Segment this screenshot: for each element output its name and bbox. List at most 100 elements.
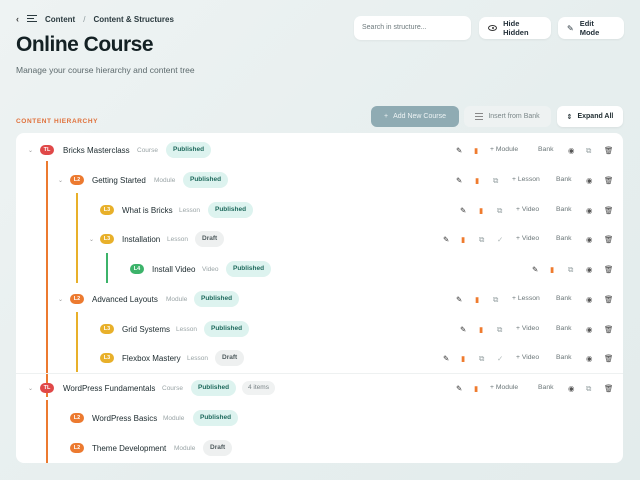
add-module-button[interactable]: + Module (490, 384, 518, 391)
chevron-down-icon[interactable]: ⌄ (89, 236, 94, 243)
check-icon[interactable]: ✓ (497, 354, 503, 363)
tree-row[interactable]: L3 Flexbox Mastery Lesson Draft ✎ ▮ ⧉ ✓ … (16, 343, 623, 373)
trash-icon[interactable]: 🗑 (604, 235, 614, 244)
flame-icon[interactable]: ▮ (475, 176, 479, 185)
edit-mode-button[interactable]: ✎ Edit Mode (558, 17, 624, 39)
pencil-icon[interactable]: ✎ (456, 295, 462, 304)
eye-icon[interactable]: ◉ (586, 206, 593, 215)
bank-button[interactable]: Bank (556, 206, 572, 213)
search-input[interactable]: Search in structure... (354, 16, 471, 40)
trash-icon[interactable]: 🗑 (604, 206, 614, 215)
add-video-button[interactable]: + Video (516, 235, 539, 242)
bank-button[interactable]: Bank (556, 235, 572, 242)
row-name[interactable]: Flexbox Mastery (122, 354, 181, 363)
tree-row[interactable]: ⌄ L2 Advanced Layouts Module Published ✎… (16, 284, 623, 314)
menu-icon[interactable] (27, 15, 37, 23)
pencil-icon[interactable]: ✎ (460, 206, 466, 215)
eye-icon[interactable]: ◉ (586, 265, 593, 274)
trash-icon[interactable]: 🗑 (604, 176, 614, 185)
copy-icon[interactable]: ⧉ (568, 265, 573, 275)
check-icon[interactable]: ✓ (497, 235, 503, 244)
bank-button[interactable]: Bank (556, 295, 572, 302)
trash-icon[interactable]: 🗑 (604, 265, 614, 274)
tree-row[interactable]: L3 Grid Systems Lesson Published ✎ ▮ ⧉ +… (16, 314, 623, 344)
add-module-button[interactable]: + Module (490, 146, 518, 153)
copy-icon[interactable]: ⧉ (497, 325, 502, 335)
flame-icon[interactable]: ▮ (461, 354, 465, 363)
bank-button[interactable]: Bank (556, 176, 572, 183)
copy-icon[interactable]: ⧉ (493, 295, 498, 305)
page-subtitle: Manage your course hierarchy and content… (16, 65, 195, 75)
add-video-button[interactable]: + Video (516, 354, 539, 361)
pencil-icon[interactable]: ✎ (456, 146, 462, 155)
eye-icon[interactable]: ◉ (586, 295, 593, 304)
eye-icon[interactable]: ◉ (568, 146, 575, 155)
pencil-icon[interactable]: ✎ (456, 384, 462, 393)
flame-icon[interactable]: ▮ (474, 384, 478, 393)
chevron-down-icon[interactable]: ⌄ (28, 147, 33, 154)
pencil-icon[interactable]: ✎ (460, 325, 466, 334)
eye-icon[interactable]: ◉ (568, 384, 575, 393)
tree-row[interactable]: L2 WordPress Basics Module Published (16, 403, 623, 433)
copy-icon[interactable]: ⧉ (497, 206, 502, 216)
trash-icon[interactable]: 🗑 (604, 295, 614, 304)
eye-icon[interactable]: ◉ (586, 235, 593, 244)
insert-from-bank-button[interactable]: Insert from Bank (464, 106, 551, 127)
row-name[interactable]: Getting Started (92, 176, 146, 185)
tree-row[interactable]: ⌄ TL Bricks Masterclass Course Published… (16, 135, 623, 165)
flame-icon[interactable]: ▮ (479, 325, 483, 334)
row-name[interactable]: What is Bricks (122, 206, 173, 215)
flame-icon[interactable]: ▮ (550, 265, 554, 274)
row-name[interactable]: WordPress Fundamentals (63, 384, 155, 393)
hide-hidden-button[interactable]: Hide Hidden (479, 17, 551, 39)
row-name[interactable]: Grid Systems (122, 325, 170, 334)
chevron-down-icon[interactable]: ⌄ (58, 177, 63, 184)
trash-icon[interactable]: 🗑 (604, 146, 614, 155)
eye-icon[interactable]: ◉ (586, 176, 593, 185)
row-name[interactable]: WordPress Basics (92, 414, 157, 423)
pencil-icon[interactable]: ✎ (456, 176, 462, 185)
copy-icon[interactable]: ⧉ (479, 235, 484, 245)
add-lesson-button[interactable]: + Lesson (512, 176, 540, 183)
eye-icon[interactable]: ◉ (586, 354, 593, 363)
tree-row[interactable]: ⌄ L2 Getting Started Module Published ✎ … (16, 165, 623, 195)
back-icon[interactable]: ‹ (16, 14, 19, 24)
trash-icon[interactable]: 🗑 (604, 325, 614, 334)
row-name[interactable]: Install Video (152, 265, 195, 274)
tree-row[interactable]: L3 What is Bricks Lesson Published ✎ ▮ ⧉… (16, 195, 623, 225)
copy-icon[interactable]: ⧉ (479, 354, 484, 364)
breadcrumb-content[interactable]: Content (45, 15, 75, 24)
flame-icon[interactable]: ▮ (474, 146, 478, 155)
pencil-icon[interactable]: ✎ (443, 354, 449, 363)
eye-icon[interactable]: ◉ (586, 325, 593, 334)
row-name[interactable]: Advanced Layouts (92, 295, 158, 304)
copy-icon[interactable]: ⧉ (586, 146, 591, 156)
pencil-icon[interactable]: ✎ (443, 235, 449, 244)
row-name[interactable]: Installation (122, 235, 160, 244)
bank-button[interactable]: Bank (538, 146, 554, 153)
add-lesson-button[interactable]: + Lesson (512, 295, 540, 302)
tree-row[interactable]: ⌄ L3 Installation Lesson Draft ✎ ▮ ⧉ ✓ +… (16, 224, 623, 254)
add-video-button[interactable]: + Video (516, 206, 539, 213)
copy-icon[interactable]: ⧉ (493, 176, 498, 186)
tree-row[interactable]: L2 Theme Development Module Draft (16, 433, 623, 463)
bank-button[interactable]: Bank (556, 354, 572, 361)
trash-icon[interactable]: 🗑 (604, 354, 614, 363)
expand-all-button[interactable]: ⇕ Expand All (557, 106, 623, 127)
pencil-icon[interactable]: ✎ (532, 265, 538, 274)
trash-icon[interactable]: 🗑 (604, 384, 614, 393)
bank-button[interactable]: Bank (538, 384, 554, 391)
flame-icon[interactable]: ▮ (475, 295, 479, 304)
add-video-button[interactable]: + Video (516, 325, 539, 332)
flame-icon[interactable]: ▮ (461, 235, 465, 244)
tree-row[interactable]: L4 Install Video Video Published ✎ ▮ ⧉ ◉… (16, 254, 623, 284)
row-name[interactable]: Bricks Masterclass (63, 146, 130, 155)
add-new-course-button[interactable]: + Add New Course (371, 106, 459, 127)
tree-row[interactable]: ⌄ TL WordPress Fundamentals Course Publi… (16, 373, 623, 403)
flame-icon[interactable]: ▮ (479, 206, 483, 215)
copy-icon[interactable]: ⧉ (586, 384, 591, 394)
chevron-down-icon[interactable]: ⌄ (58, 296, 63, 303)
chevron-down-icon[interactable]: ⌄ (28, 385, 33, 392)
row-name[interactable]: Theme Development (92, 444, 166, 453)
bank-button[interactable]: Bank (556, 325, 572, 332)
